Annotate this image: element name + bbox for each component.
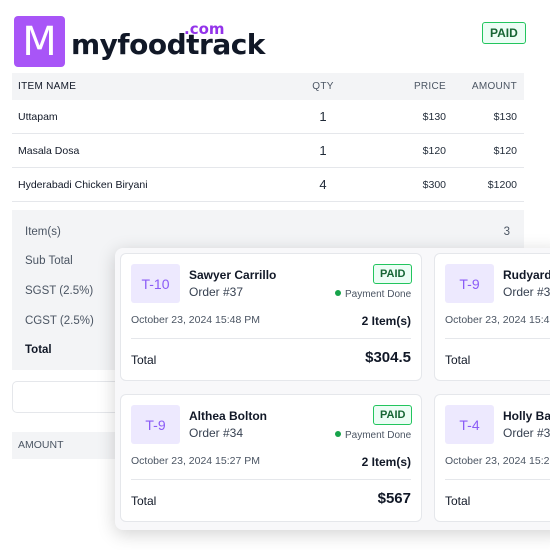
order-total-label: Total xyxy=(131,494,157,508)
order-total-label: Total xyxy=(131,353,157,367)
order-card[interactable]: T-9 Althea Bolton Order #34 PAID Payment… xyxy=(120,394,422,522)
item-name: Masala Dosa xyxy=(18,144,80,157)
item-qty: 1 xyxy=(319,109,327,124)
summary-subtotal-label: Sub Total xyxy=(25,255,73,267)
brand-name: myfoodtrack xyxy=(71,28,265,61)
summary-items-value: 3 xyxy=(503,226,510,238)
order-datetime: October 23, 2024 15:27 xyxy=(445,455,550,467)
table-number-badge: T-4 xyxy=(445,405,494,444)
summary-items-label: Item(s) xyxy=(25,226,61,238)
order-total-label: Total xyxy=(445,494,471,508)
green-dot-icon xyxy=(335,290,341,297)
order-card[interactable]: T-10 Sawyer Carrillo Order #37 PAID Paym… xyxy=(120,253,422,381)
customer-name: Rudyard P xyxy=(503,268,550,282)
payment-status-text: Payment Done xyxy=(345,289,412,300)
table-row: Masala Dosa 1 $120 $120 xyxy=(12,134,524,168)
card-divider xyxy=(131,338,411,339)
table-number-badge: T-10 xyxy=(131,264,180,303)
col-amount: AMOUNT xyxy=(471,81,517,92)
paid-badge: PAID xyxy=(373,264,413,284)
item-amount: $130 xyxy=(493,110,517,123)
card-divider xyxy=(131,479,411,480)
payment-status: Payment Done xyxy=(335,430,411,441)
order-number: Order #36 xyxy=(503,285,550,299)
order-card[interactable]: T-9 Rudyard P Order #36 October 23, 2024… xyxy=(434,253,550,381)
order-number: Order #33 xyxy=(503,426,550,440)
item-price: $120 xyxy=(422,144,446,157)
order-total-value: $567 xyxy=(377,490,411,507)
table-number-badge: T-9 xyxy=(445,264,494,303)
card-divider xyxy=(445,479,550,480)
brand-domain-suffix: .com xyxy=(184,20,225,38)
summary-cgst-label: CGST (2.5%) xyxy=(25,315,94,327)
brand-logo-mark: M xyxy=(14,16,65,67)
item-price: $130 xyxy=(422,110,446,123)
orders-overlay-panel: T-10 Sawyer Carrillo Order #37 PAID Paym… xyxy=(115,248,550,530)
order-number: Order #37 xyxy=(189,285,244,299)
summary-total-label: Total xyxy=(25,344,52,356)
green-dot-icon xyxy=(335,431,341,438)
payment-status: Payment Done xyxy=(335,289,411,300)
col-item-name: ITEM NAME xyxy=(18,81,77,92)
item-amount: $1200 xyxy=(487,178,517,191)
item-qty: 1 xyxy=(319,143,327,158)
card-divider xyxy=(445,338,550,339)
items-table: ITEM NAME QTY PRICE AMOUNT Uttapam 1 $13… xyxy=(12,73,524,202)
order-total-value: $304.5 xyxy=(365,349,411,366)
item-amount: $120 xyxy=(493,144,517,157)
order-total-label: Total xyxy=(445,353,471,367)
order-datetime: October 23, 2024 15:45 xyxy=(445,314,550,326)
order-datetime: October 23, 2024 15:48 PM xyxy=(131,314,260,326)
item-name: Uttapam xyxy=(18,110,58,123)
col-qty: QTY xyxy=(312,81,334,92)
customer-name: Holly Baile xyxy=(503,409,550,423)
order-datetime: October 23, 2024 15:27 PM xyxy=(131,455,260,467)
invoice-status-badge: PAID xyxy=(482,22,526,44)
order-card[interactable]: T-4 Holly Baile Order #33 October 23, 20… xyxy=(434,394,550,522)
customer-name: Althea Bolton xyxy=(189,409,267,423)
customer-name: Sawyer Carrillo xyxy=(189,268,277,282)
col-price: PRICE xyxy=(413,81,446,92)
item-price: $300 xyxy=(422,178,446,191)
payment-status-text: Payment Done xyxy=(345,430,412,441)
table-row: Hyderabadi Chicken Biryani 4 $300 $1200 xyxy=(12,168,524,202)
summary-sgst-label: SGST (2.5%) xyxy=(25,285,94,297)
table-number-badge: T-9 xyxy=(131,405,180,444)
paid-badge: PAID xyxy=(373,405,413,425)
order-item-count: 2 Item(s) xyxy=(361,455,411,469)
table-row: Uttapam 1 $130 $130 xyxy=(12,100,524,134)
order-number: Order #34 xyxy=(189,426,244,440)
item-qty: 4 xyxy=(319,177,327,192)
table-header: ITEM NAME QTY PRICE AMOUNT xyxy=(12,73,524,100)
order-item-count: 2 Item(s) xyxy=(361,314,411,328)
item-name: Hyderabadi Chicken Biryani xyxy=(18,178,148,191)
